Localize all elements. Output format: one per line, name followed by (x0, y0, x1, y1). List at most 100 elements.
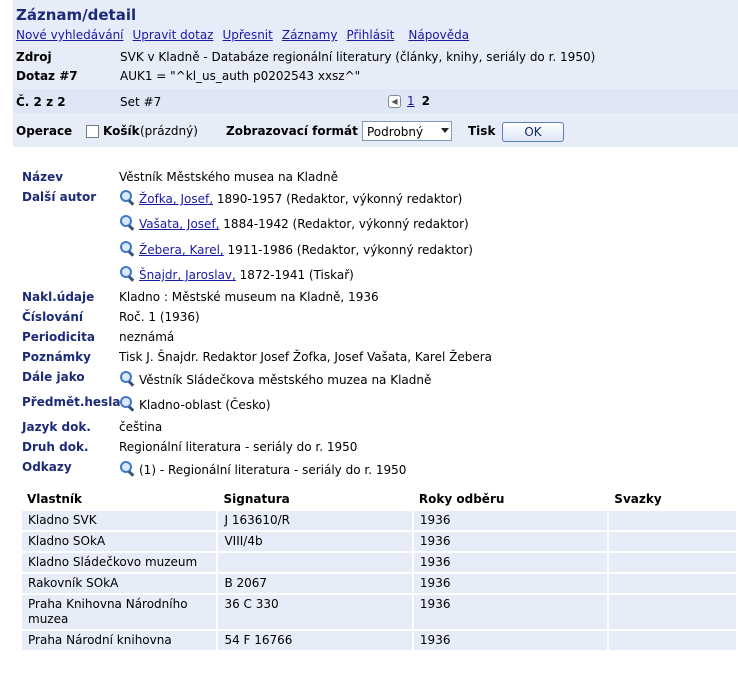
format-select-value: Podrobný (367, 125, 424, 139)
publisher-value: Kladno : Městské museum na Kladně, 1936 (119, 290, 379, 304)
title-label: Název (22, 170, 64, 184)
operations-label: Operace (16, 124, 73, 138)
table-row: Praha Národní knihovna 54 F 16766 1936 (19, 629, 738, 652)
search-icon[interactable] (119, 396, 135, 410)
subjects-label: Předmět.hesla (22, 395, 121, 409)
volumes-cell (607, 551, 738, 574)
basket-status: (prázdný) (140, 124, 198, 138)
search-icon[interactable] (119, 266, 135, 280)
subjects-value: Kladno-oblast (Česko) (119, 396, 271, 412)
doc-type-label: Druh dok. (22, 440, 89, 454)
author-entry: Šnajdr, Jaroslav, 1872-1941 (Tiskař) (119, 266, 354, 282)
table-row: Kladno SOkA VIII/4b 1936 (19, 530, 738, 553)
continued-as-value: Věstník Sládečkova městského muzea na Kl… (119, 371, 431, 387)
periodicity-value: neznámá (119, 330, 175, 344)
nav-help[interactable]: Nápověda (408, 28, 469, 42)
owner-cell: Praha Knihovna Národního muzea (19, 593, 219, 631)
basket-checkbox[interactable] (86, 125, 99, 138)
table-row: Kladno Sládečkovo muzeum 1936 (19, 551, 738, 574)
volumes-cell (607, 593, 738, 631)
years-cell: 1936 (411, 593, 610, 631)
notes-value: Tisk J. Šnajdr. Redaktor Josef Žofka, Jo… (119, 350, 493, 364)
volumes-cell (607, 572, 738, 595)
author-link[interactable]: Žebera, Karel, (139, 243, 224, 257)
author-link[interactable]: Šnajdr, Jaroslav, (139, 268, 236, 282)
holdings-table: Vlastník Signatura Roky odběru Svazky Kl… (19, 489, 738, 652)
search-icon[interactable] (119, 241, 135, 255)
owner-cell: Rakovník SOkA (19, 572, 219, 595)
pager-current-page: 2 (421, 94, 430, 108)
language-value: čeština (119, 420, 163, 434)
author-link[interactable]: Žofka, Josef, (139, 192, 213, 206)
owner-cell: Kladno SVK (19, 509, 219, 532)
page-title: Záznam/detail (16, 6, 137, 24)
author-link[interactable]: Vašata, Josef, (139, 217, 219, 231)
author-entry: Žofka, Josef, 1890-1957 (Redaktor, výkon… (119, 190, 462, 206)
set-label: Set #7 (120, 95, 162, 109)
owner-cell: Kladno Sládečkovo muzeum (19, 551, 219, 574)
column-header: Roky odběru (418, 492, 505, 506)
volumes-cell (607, 530, 738, 553)
author-details: 1911-1986 (Redaktor, výkonný redaktor) (223, 243, 473, 257)
volumes-cell (607, 629, 738, 652)
prev-arrow-icon[interactable]: ◀ (388, 95, 401, 108)
title-value: Věstník Městského musea na Kladně (119, 170, 338, 184)
links-label: Odkazy (22, 460, 72, 474)
format-select[interactable]: Podrobný (362, 121, 452, 141)
search-icon[interactable] (119, 215, 135, 229)
source-value: SVK v Kladně - Databáze regionální liter… (120, 50, 596, 64)
volumes-cell (607, 509, 738, 532)
shelfmark-cell: B 2067 (216, 572, 414, 595)
nav-records[interactable]: Záznamy (282, 28, 338, 42)
format-label: Zobrazovací formát (226, 124, 358, 138)
years-cell: 1936 (411, 551, 610, 574)
doc-type-value: Regionální literatura - seriály do r. 19… (119, 440, 358, 454)
author-entry: Žebera, Karel, 1911-1986 (Redaktor, výko… (119, 241, 473, 257)
subjects-text: Kladno-oblast (Česko) (139, 398, 271, 412)
top-nav: Nové vyhledávání Upravit dotaz Upřesnit Záz… (16, 28, 478, 42)
search-icon[interactable] (119, 190, 135, 204)
shelfmark-cell: VIII/4b (216, 530, 414, 553)
column-header: Svazky (614, 492, 662, 506)
numbering-label: Číslování (22, 310, 83, 324)
holdings-header-row: Vlastník Signatura Roky odběru Svazky (21, 489, 737, 510)
table-row: Kladno SVK J 163610/R 1936 (19, 509, 738, 532)
column-header: Signatura (223, 492, 290, 506)
author-details: 1872-1941 (Tiskař) (235, 268, 354, 282)
language-label: Jazyk dok. (22, 420, 91, 434)
record-count: Č. 2 z 2 (16, 95, 66, 109)
search-icon[interactable] (119, 371, 135, 385)
author-entry: Vašata, Josef, 1884-1942 (Redaktor, výko… (119, 215, 469, 231)
source-label: Zdroj (16, 50, 52, 64)
author-details: 1884-1942 (Redaktor, výkonný redaktor) (219, 217, 469, 231)
shelfmark-cell (216, 551, 414, 574)
continued-as-label: Dále jako (22, 370, 85, 384)
table-row: Rakovník SOkA B 2067 1936 (19, 572, 738, 595)
pager-page-1[interactable]: 1 (407, 94, 415, 108)
ok-button[interactable]: OK (502, 122, 564, 142)
links-text: (1) - Regionální literatura - seriály do… (139, 463, 407, 477)
periodicity-label: Periodicita (22, 330, 95, 344)
search-icon[interactable] (119, 461, 135, 475)
pager: ◀ 1 2 (388, 94, 430, 108)
query-value: AUK1 = "^kl_us_auth p0202543 xxsz^" (120, 69, 361, 83)
shelfmark-cell: J 163610/R (216, 509, 414, 532)
operations-bar: Operace Košík (prázdný) Zobrazovací form… (16, 121, 736, 143)
years-cell: 1936 (411, 572, 610, 595)
years-cell: 1936 (411, 530, 610, 553)
print-label: Tisk (468, 124, 496, 138)
numbering-value: Roč. 1 (1936) (119, 310, 200, 324)
query-label: Dotaz #7 (16, 69, 78, 83)
chevron-down-icon (441, 128, 449, 133)
other-author-label: Další autor (22, 190, 97, 204)
table-row: Praha Knihovna Národního muzea 36 C 330 … (19, 593, 738, 631)
owner-cell: Kladno SOkA (19, 530, 219, 553)
author-details: 1890-1957 (Redaktor, výkonný redaktor) (213, 192, 463, 206)
nav-edit-query[interactable]: Upravit dotaz (133, 28, 214, 42)
nav-new-search[interactable]: Nové vyhledávání (16, 28, 124, 42)
nav-login[interactable]: Přihlásit (346, 28, 394, 42)
years-cell: 1936 (411, 509, 610, 532)
basket-label: Košík (103, 124, 140, 138)
links-value: (1) - Regionální literatura - seriály do… (119, 461, 406, 477)
nav-refine[interactable]: Upřesnit (222, 28, 272, 42)
